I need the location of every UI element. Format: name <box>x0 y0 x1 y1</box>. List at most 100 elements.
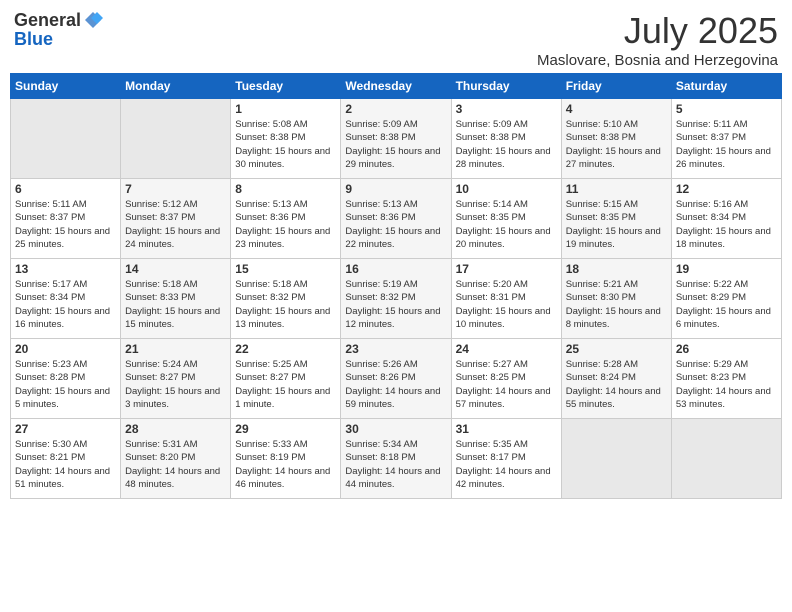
calendar-cell: 15Sunrise: 5:18 AMSunset: 8:32 PMDayligh… <box>231 259 341 339</box>
calendar-cell: 19Sunrise: 5:22 AMSunset: 8:29 PMDayligh… <box>671 259 781 339</box>
calendar-cell: 31 Sunrise: 5:35 AMSunset: 8:17 PMDayligh… <box>451 419 561 499</box>
day-info: Sunrise: 5:12 AMSunset: 8:37 PMDaylight:… <box>125 198 226 251</box>
day-number: 6 <box>15 182 116 196</box>
day-number: 17 <box>456 262 557 276</box>
day-info: Sunrise: 5:34 AMSunset: 8:18 PMDaylight:… <box>345 438 446 491</box>
calendar-cell: 4Sunrise: 5:10 AMSunset: 8:38 PMDaylight… <box>561 99 671 179</box>
calendar-cell: 21Sunrise: 5:24 AMSunset: 8:27 PMDayligh… <box>121 339 231 419</box>
day-number: 16 <box>345 262 446 276</box>
logo-blue: Blue <box>14 30 103 48</box>
calendar-cell: 30 Sunrise: 5:34 AMSunset: 8:18 PMDayligh… <box>341 419 451 499</box>
location-subtitle: Maslovare, Bosnia and Herzegovina <box>537 52 778 69</box>
calendar-cell: 16 Sunrise: 5:19 AMSunset: 8:32 PMDayligh… <box>341 259 451 339</box>
logo-general: General <box>14 11 81 29</box>
day-number: 31 <box>456 422 557 436</box>
calendar-cell: 17Sunrise: 5:20 AMSunset: 8:31 PMDayligh… <box>451 259 561 339</box>
calendar-cell: 9 Sunrise: 5:13 AMSunset: 8:36 PMDaylight… <box>341 179 451 259</box>
calendar-cell <box>561 419 671 499</box>
day-info: Sunrise: 5:31 AMSunset: 8:20 PMDaylight:… <box>125 438 226 491</box>
day-number: 3 <box>456 102 557 116</box>
calendar-cell: 8 Sunrise: 5:13 AMSunset: 8:36 PMDaylight… <box>231 179 341 259</box>
day-number: 1 <box>235 102 336 116</box>
page-header: General Blue July 2025 Maslovare, Bosnia… <box>10 10 782 69</box>
calendar-week-row: 13Sunrise: 5:17 AMSunset: 8:34 PMDayligh… <box>11 259 782 339</box>
calendar-cell: 27 Sunrise: 5:30 AMSunset: 8:21 PMDayligh… <box>11 419 121 499</box>
day-number: 13 <box>15 262 116 276</box>
day-number: 29 <box>235 422 336 436</box>
day-info: Sunrise: 5:13 AMSunset: 8:36 PMDaylight:… <box>235 198 336 251</box>
weekday-header-saturday: Saturday <box>671 74 781 99</box>
day-number: 2 <box>345 102 446 116</box>
calendar-cell: 22 Sunrise: 5:25 AMSunset: 8:27 PMDayligh… <box>231 339 341 419</box>
day-number: 25 <box>566 342 667 356</box>
weekday-header-sunday: Sunday <box>11 74 121 99</box>
calendar-cell: 2Sunrise: 5:09 AMSunset: 8:38 PMDaylight… <box>341 99 451 179</box>
calendar-cell: 18 Sunrise: 5:21 AMSunset: 8:30 PMDayligh… <box>561 259 671 339</box>
calendar-cell: 20 Sunrise: 5:23 AMSunset: 8:28 PMDayligh… <box>11 339 121 419</box>
weekday-header-tuesday: Tuesday <box>231 74 341 99</box>
day-number: 15 <box>235 262 336 276</box>
day-info: Sunrise: 5:23 AMSunset: 8:28 PMDaylight:… <box>15 358 116 411</box>
day-info: Sunrise: 5:21 AMSunset: 8:30 PMDaylight:… <box>566 278 667 331</box>
day-info: Sunrise: 5:15 AMSunset: 8:35 PMDaylight:… <box>566 198 667 251</box>
weekday-header-thursday: Thursday <box>451 74 561 99</box>
day-number: 5 <box>676 102 777 116</box>
day-number: 11 <box>566 182 667 196</box>
day-info: Sunrise: 5:30 AMSunset: 8:21 PMDaylight:… <box>15 438 116 491</box>
day-number: 22 <box>235 342 336 356</box>
calendar-cell: 23 Sunrise: 5:26 AMSunset: 8:26 PMDayligh… <box>341 339 451 419</box>
day-info: Sunrise: 5:11 AMSunset: 8:37 PMDaylight:… <box>15 198 116 251</box>
day-number: 12 <box>676 182 777 196</box>
month-year-title: July 2025 <box>537 10 778 52</box>
day-number: 14 <box>125 262 226 276</box>
day-number: 23 <box>345 342 446 356</box>
day-number: 8 <box>235 182 336 196</box>
weekday-header-monday: Monday <box>121 74 231 99</box>
calendar-cell: 10Sunrise: 5:14 AMSunset: 8:35 PMDayligh… <box>451 179 561 259</box>
weekday-header-row: SundayMondayTuesdayWednesdayThursdayFrid… <box>11 74 782 99</box>
calendar-cell: 29Sunrise: 5:33 AMSunset: 8:19 PMDayligh… <box>231 419 341 499</box>
calendar-cell: 28 Sunrise: 5:31 AMSunset: 8:20 PMDayligh… <box>121 419 231 499</box>
day-info: Sunrise: 5:28 AMSunset: 8:24 PMDaylight:… <box>566 358 667 411</box>
day-number: 28 <box>125 422 226 436</box>
calendar-cell: 25 Sunrise: 5:28 AMSunset: 8:24 PMDayligh… <box>561 339 671 419</box>
day-info: Sunrise: 5:25 AMSunset: 8:27 PMDaylight:… <box>235 358 336 411</box>
day-info: Sunrise: 5:08 AMSunset: 8:38 PMDaylight:… <box>235 118 336 171</box>
day-info: Sunrise: 5:29 AMSunset: 8:23 PMDaylight:… <box>676 358 777 411</box>
calendar-cell: 6 Sunrise: 5:11 AMSunset: 8:37 PMDaylight… <box>11 179 121 259</box>
day-number: 24 <box>456 342 557 356</box>
day-number: 30 <box>345 422 446 436</box>
day-info: Sunrise: 5:27 AMSunset: 8:25 PMDaylight:… <box>456 358 557 411</box>
day-info: Sunrise: 5:26 AMSunset: 8:26 PMDaylight:… <box>345 358 446 411</box>
day-info: Sunrise: 5:18 AMSunset: 8:33 PMDaylight:… <box>125 278 226 331</box>
day-info: Sunrise: 5:35 AMSunset: 8:17 PMDaylight:… <box>456 438 557 491</box>
calendar-cell <box>671 419 781 499</box>
calendar-cell: 13Sunrise: 5:17 AMSunset: 8:34 PMDayligh… <box>11 259 121 339</box>
logo: General Blue <box>14 10 103 48</box>
day-info: Sunrise: 5:16 AMSunset: 8:34 PMDaylight:… <box>676 198 777 251</box>
calendar-week-row: 27 Sunrise: 5:30 AMSunset: 8:21 PMDayligh… <box>11 419 782 499</box>
calendar-table: SundayMondayTuesdayWednesdayThursdayFrid… <box>10 73 782 499</box>
day-info: Sunrise: 5:13 AMSunset: 8:36 PMDaylight:… <box>345 198 446 251</box>
calendar-cell <box>121 99 231 179</box>
calendar-cell: 5Sunrise: 5:11 AMSunset: 8:37 PMDaylight… <box>671 99 781 179</box>
day-number: 9 <box>345 182 446 196</box>
day-info: Sunrise: 5:19 AMSunset: 8:32 PMDaylight:… <box>345 278 446 331</box>
calendar-cell: 11 Sunrise: 5:15 AMSunset: 8:35 PMDayligh… <box>561 179 671 259</box>
day-info: Sunrise: 5:10 AMSunset: 8:38 PMDaylight:… <box>566 118 667 171</box>
day-number: 7 <box>125 182 226 196</box>
day-number: 19 <box>676 262 777 276</box>
day-number: 10 <box>456 182 557 196</box>
calendar-cell: 7 Sunrise: 5:12 AMSunset: 8:37 PMDaylight… <box>121 179 231 259</box>
day-number: 18 <box>566 262 667 276</box>
day-number: 26 <box>676 342 777 356</box>
calendar-cell: 1 Sunrise: 5:08 AMSunset: 8:38 PMDaylight… <box>231 99 341 179</box>
day-info: Sunrise: 5:24 AMSunset: 8:27 PMDaylight:… <box>125 358 226 411</box>
day-number: 20 <box>15 342 116 356</box>
calendar-cell <box>11 99 121 179</box>
day-number: 27 <box>15 422 116 436</box>
calendar-cell: 3Sunrise: 5:09 AMSunset: 8:38 PMDaylight… <box>451 99 561 179</box>
calendar-cell: 12 Sunrise: 5:16 AMSunset: 8:34 PMDayligh… <box>671 179 781 259</box>
calendar-week-row: 20 Sunrise: 5:23 AMSunset: 8:28 PMDayligh… <box>11 339 782 419</box>
title-block: July 2025 Maslovare, Bosnia and Herzegov… <box>537 10 778 69</box>
